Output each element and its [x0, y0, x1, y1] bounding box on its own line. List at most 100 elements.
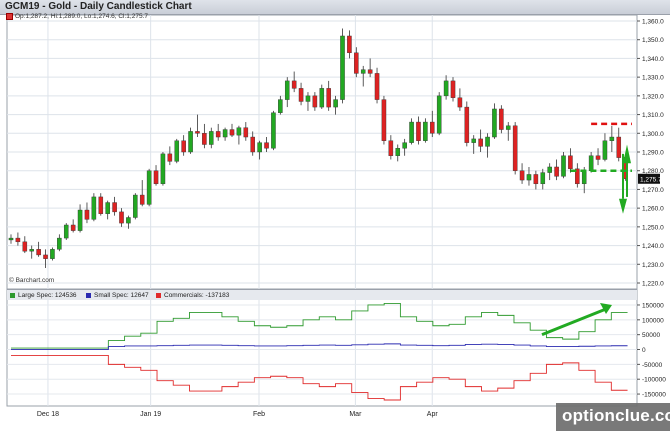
legend-commercials: Commercials: -137183 — [156, 292, 229, 299]
cot-y-tick-label: 100000 — [642, 317, 664, 324]
candle-down — [291, 80, 297, 89]
watermark-badge: optionclue.com — [556, 403, 670, 431]
candle-down — [84, 209, 90, 220]
candle-up — [236, 127, 242, 136]
candle-down — [43, 254, 48, 259]
candle-up — [222, 129, 228, 138]
candle-down — [112, 202, 117, 213]
candle-down — [512, 125, 518, 171]
x-tick-label: Dec 18 — [37, 411, 59, 418]
legend-swatch-large-spec — [10, 292, 15, 298]
candle-down — [139, 194, 145, 205]
candle-down — [153, 170, 159, 185]
price-y-tick-label: 1,360.0 — [642, 19, 664, 26]
candle-down — [181, 140, 186, 153]
ohlc-swatch — [6, 13, 13, 20]
candle-down — [229, 129, 235, 136]
cot-y-tick-label: -100000 — [642, 377, 666, 384]
chart-root: GCM19 - Gold - Daily Candlestick Chart D… — [0, 0, 670, 431]
candle-up — [257, 142, 262, 153]
candle-down — [478, 138, 483, 147]
candle-down — [616, 136, 622, 158]
x-tick-label: Apr — [427, 411, 439, 418]
candle-down — [367, 69, 373, 74]
candle-up — [395, 148, 401, 156]
candle-up — [57, 237, 62, 250]
legend-small-spec: Small Spec: 12647 — [86, 292, 149, 299]
cot-y-tick-label: 50000 — [642, 332, 660, 339]
price-y-tick-label: 1,320.0 — [642, 93, 664, 100]
candle-down — [568, 155, 573, 170]
candle-down — [374, 73, 380, 100]
x-tick-label: Jan 19 — [140, 411, 161, 418]
candle-up — [126, 217, 131, 224]
price-y-tick-label: 1,310.0 — [642, 112, 664, 119]
price-y-tick-label: 1,330.0 — [642, 75, 664, 82]
price-y-tick-label: 1,220.0 — [642, 281, 664, 288]
candle-up — [609, 136, 615, 141]
price-y-tick-label: 1,230.0 — [642, 262, 664, 269]
price-y-tick-label: 1,300.0 — [642, 131, 664, 138]
candle-down — [195, 131, 200, 134]
candle-up — [547, 166, 552, 173]
chart-canvas: Dec 18 Jan 19 Feb Mar Apr 1,220.0 1,230.0 1,240… — [6, 14, 666, 418]
price-y-tick-label: 1,260.0 — [642, 206, 664, 213]
candle-up — [50, 249, 55, 259]
candle-down — [533, 174, 539, 185]
candle-up — [63, 224, 69, 239]
legend-swatch-small-spec — [86, 292, 91, 298]
candle-up — [436, 95, 442, 134]
candle-down — [70, 224, 76, 231]
candle-up — [91, 196, 97, 220]
candle-up — [423, 121, 428, 141]
candle-down — [499, 108, 504, 130]
cot-y-tick-label: 150000 — [642, 302, 664, 309]
candle-down — [119, 211, 124, 224]
candle-down — [519, 170, 525, 181]
candle-down — [250, 136, 255, 153]
candle-up — [602, 140, 608, 160]
cot-y-tick-label: -150000 — [642, 392, 666, 399]
candle-up — [340, 35, 345, 100]
candle-down — [464, 106, 470, 143]
ohlc-text: Op:1,287.2, Hi:1,289.0, Lo:1,274.6, Cl:1… — [15, 13, 148, 21]
legend-swatch-commercials — [156, 292, 161, 298]
price-y-tick-label: 1,250.0 — [642, 224, 664, 231]
candle-up — [8, 237, 14, 241]
candle-down — [326, 88, 331, 108]
ohlc-readout: Op:1,287.2, Hi:1,289.0, Lo:1,274.6, Cl:1… — [6, 13, 148, 20]
candle-up — [271, 112, 276, 149]
candle-down — [388, 140, 394, 156]
candle-up — [526, 174, 532, 181]
candle-up — [540, 172, 546, 185]
candle-down — [98, 196, 104, 214]
candle-up — [319, 88, 325, 108]
candle-up — [146, 170, 152, 205]
candle-up — [209, 131, 214, 145]
candle-down — [457, 97, 463, 108]
watermark-text: optionclue.com — [562, 406, 670, 425]
candle-down — [450, 80, 456, 98]
price-y-tick-label: 1,350.0 — [642, 37, 664, 44]
candle-up — [588, 155, 594, 171]
candle-up — [174, 140, 180, 162]
candle-down — [202, 133, 207, 145]
candle-up — [492, 108, 497, 138]
candle-down — [312, 95, 318, 108]
candle-up — [409, 121, 414, 143]
attribution: © Barchart.com — [9, 277, 55, 284]
candle-down — [36, 249, 41, 256]
last-price-label: 1,275.7 — [640, 176, 662, 183]
candle-up — [561, 155, 566, 177]
candle-up — [443, 80, 449, 97]
candle-up — [581, 170, 587, 185]
candle-up — [402, 142, 407, 149]
candle-up — [360, 69, 366, 74]
candle-down — [347, 35, 352, 54]
candle-up — [105, 202, 110, 214]
candle-down — [22, 241, 28, 252]
price-y-tick-label: 1,270.0 — [642, 187, 664, 194]
candle-up — [333, 99, 338, 108]
legend-label-small-spec: Small Spec: 12647 — [94, 292, 149, 299]
cot-y-tick-label: -50000 — [642, 362, 663, 369]
